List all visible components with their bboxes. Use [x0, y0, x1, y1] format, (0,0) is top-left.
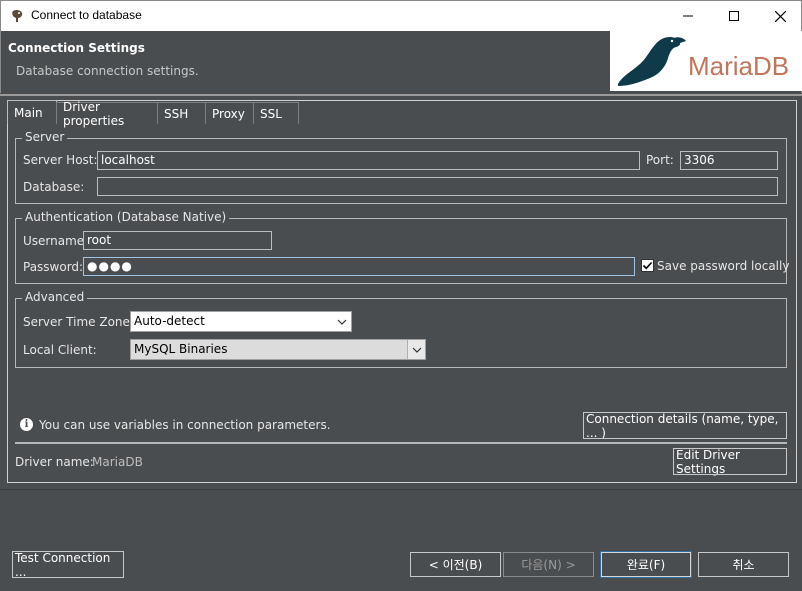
title-bar: Connect to database [0, 0, 802, 31]
save-password-label[interactable]: Save password locally [657, 259, 789, 273]
local-client-value: MySQL Binaries [134, 342, 228, 356]
variables-info-text: You can use variables in connection para… [39, 418, 331, 432]
password-input[interactable]: ●●●● [83, 257, 635, 276]
minimize-button[interactable] [665, 1, 711, 31]
port-label: Port: [646, 153, 674, 167]
maximize-icon [729, 11, 739, 21]
save-password-checkbox[interactable] [641, 259, 654, 272]
local-client-label: Local Client: [23, 343, 97, 357]
maximize-button[interactable] [711, 1, 757, 31]
finish-button[interactable]: 완료(F) [600, 551, 692, 578]
username-label: Username: [23, 234, 89, 248]
driver-name-value: MariaDB [92, 455, 143, 469]
tab-bar: Main Driver properties SSH Proxy SSL [7, 100, 299, 128]
connection-details-button[interactable]: Connection details (name, type, ... ) [583, 412, 787, 440]
database-input[interactable] [97, 177, 778, 196]
header-banner: Connection Settings Database connection … [0, 31, 802, 93]
advanced-group-label: Advanced [22, 290, 88, 304]
cancel-button[interactable]: 취소 [698, 552, 789, 577]
page-title: Connection Settings [8, 41, 145, 55]
window-title: Connect to database [31, 8, 142, 22]
tab-ssl[interactable]: SSL [253, 102, 299, 124]
checkmark-icon [642, 261, 653, 270]
authentication-group-label: Authentication (Database Native) [22, 210, 230, 224]
next-button[interactable]: 다음(N) > [503, 552, 594, 577]
driver-name-label: Driver name: [15, 455, 94, 469]
tab-driver-properties[interactable]: Driver properties [56, 100, 158, 128]
mariadb-logo: MariaDB [610, 31, 802, 91]
info-icon: i [20, 418, 33, 431]
page-subtitle: Database connection settings. [16, 64, 199, 78]
server-time-zone-select[interactable]: Auto-detect [130, 311, 352, 332]
back-button[interactable]: < 이전(B) [410, 552, 501, 577]
header-separator [0, 94, 802, 96]
test-connection-button[interactable]: Test Connection ... [12, 551, 124, 579]
database-label: Database: [23, 180, 85, 194]
edit-driver-settings-button[interactable]: Edit Driver Settings [673, 448, 787, 476]
minimize-icon [683, 15, 693, 17]
username-input[interactable]: root [83, 231, 272, 250]
server-host-input[interactable]: localhost [97, 151, 640, 170]
logo-text: MariaDB [688, 51, 790, 81]
footer-separator [0, 489, 802, 490]
close-icon [774, 10, 786, 22]
server-host-label: Server Host: [23, 153, 98, 167]
server-time-zone-label: Server Time Zone: [23, 315, 134, 329]
chevron-down-icon [333, 312, 351, 331]
tab-proxy[interactable]: Proxy [205, 102, 254, 124]
local-client-select[interactable]: MySQL Binaries [130, 339, 426, 360]
tab-main[interactable]: Main [7, 100, 57, 124]
close-button[interactable] [757, 1, 802, 31]
sea-lion-icon [618, 37, 686, 86]
server-group-label: Server [22, 130, 68, 144]
chevron-down-icon [407, 340, 425, 359]
dbeaver-app-icon [12, 9, 23, 22]
driver-separator [15, 442, 787, 444]
tab-ssh[interactable]: SSH [157, 102, 206, 124]
password-label: Password: [23, 260, 84, 274]
server-time-zone-value: Auto-detect [134, 314, 205, 328]
port-input[interactable]: 3306 [680, 151, 778, 170]
